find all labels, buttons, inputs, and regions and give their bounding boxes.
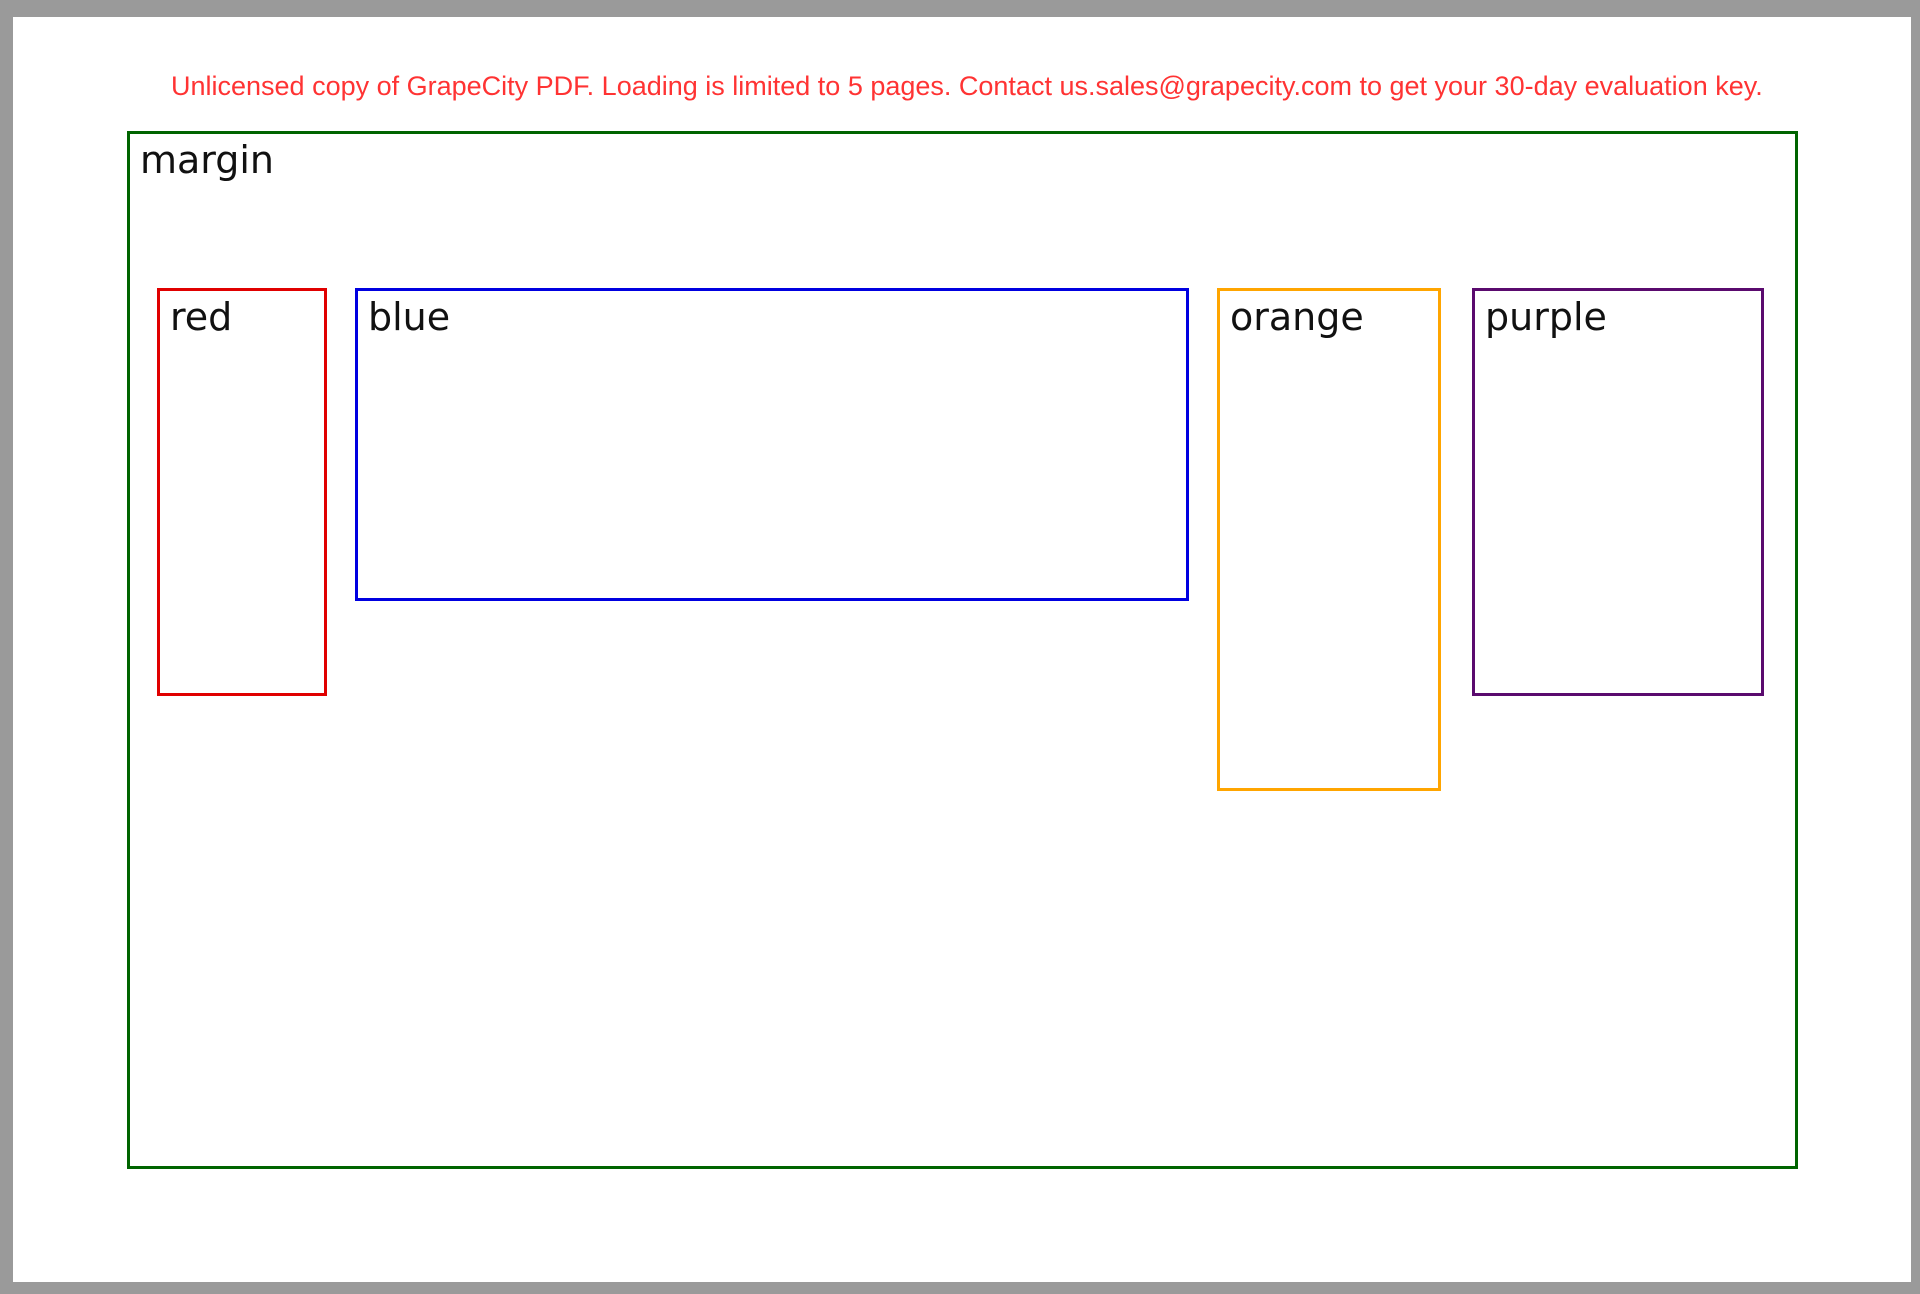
red-box: red xyxy=(157,288,327,696)
blue-label: blue xyxy=(368,295,451,339)
red-label: red xyxy=(170,295,233,339)
purple-label: purple xyxy=(1485,295,1607,339)
orange-label: orange xyxy=(1230,295,1364,339)
orange-box: orange xyxy=(1217,288,1441,791)
evaluation-watermark: Unlicensed copy of GrapeCity PDF. Loadin… xyxy=(171,71,1763,101)
margin-label: margin xyxy=(140,138,275,182)
document-page: Unlicensed copy of GrapeCity PDF. Loadin… xyxy=(13,17,1911,1282)
purple-box: purple xyxy=(1472,288,1764,696)
blue-box: blue xyxy=(355,288,1189,601)
